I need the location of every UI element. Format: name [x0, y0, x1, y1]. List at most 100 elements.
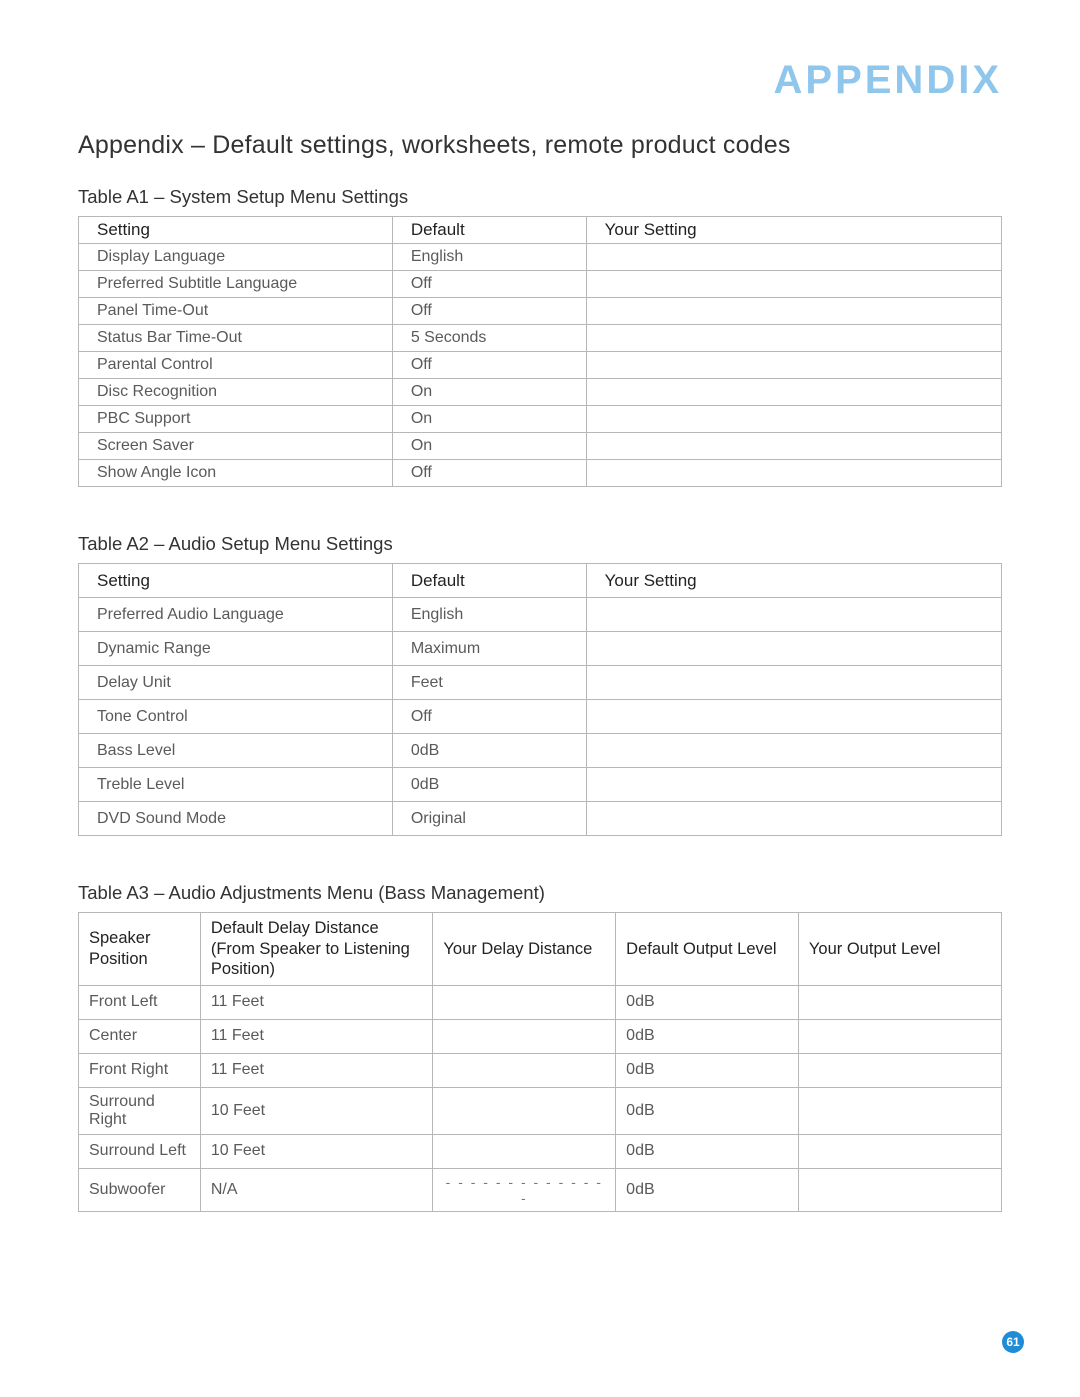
cell-setting: Dynamic Range — [79, 632, 393, 666]
cell-position: Subwoofer — [79, 1168, 201, 1211]
cell-default: Off — [392, 460, 586, 487]
brand-title: APPENDIX — [78, 58, 1002, 103]
cell-setting: Display Language — [79, 244, 393, 271]
cell-default: Original — [392, 802, 586, 836]
col-speaker-position: Speaker Position — [79, 913, 201, 986]
cell-default-distance: 10 Feet — [200, 1134, 433, 1168]
cell-setting: Parental Control — [79, 352, 393, 379]
table-row: Front Right11 Feet0dB — [79, 1053, 1002, 1087]
cell-default-level: 0dB — [616, 1134, 799, 1168]
cell-your — [586, 379, 1001, 406]
cell-your — [586, 352, 1001, 379]
table-row: Dynamic RangeMaximum — [79, 632, 1002, 666]
table-a3: Speaker Position Default Delay Distance … — [78, 912, 1002, 1212]
cell-your — [586, 734, 1001, 768]
table-row: Center11 Feet 0dB — [79, 1019, 1002, 1053]
table-header-row: Setting Default Your Setting — [79, 217, 1002, 244]
cell-your — [586, 325, 1001, 352]
cell-position: Front Right — [79, 1053, 201, 1087]
col-default-output-level: Default Output Level — [616, 913, 799, 986]
cell-setting: Preferred Audio Language — [79, 598, 393, 632]
cell-default: Feet — [392, 666, 586, 700]
cell-setting: Screen Saver — [79, 433, 393, 460]
table-row: Panel Time-OutOff — [79, 298, 1002, 325]
col-setting: Setting — [79, 217, 393, 244]
cell-setting: Panel Time-Out — [79, 298, 393, 325]
cell-setting: Tone Control — [79, 700, 393, 734]
table-row: Tone ControlOff — [79, 700, 1002, 734]
cell-your-distance: - - - - - - - - - - - - - - — [433, 1168, 616, 1211]
cell-your — [586, 632, 1001, 666]
cell-your — [586, 271, 1001, 298]
cell-position: Front Left — [79, 985, 201, 1019]
table-row: Display LanguageEnglish — [79, 244, 1002, 271]
cell-default-level: 0dB — [616, 1087, 799, 1134]
cell-your-level — [798, 985, 1001, 1019]
table-row: Treble Level0dB — [79, 768, 1002, 802]
col-your-output-level: Your Output Level — [798, 913, 1001, 986]
cell-default: Off — [392, 298, 586, 325]
cell-your — [586, 666, 1001, 700]
table-a1-body: Display LanguageEnglish Preferred Subtit… — [79, 244, 1002, 487]
cell-default: On — [392, 433, 586, 460]
table-row: Disc RecognitionOn — [79, 379, 1002, 406]
cell-your-distance — [433, 1087, 616, 1134]
cell-default: Off — [392, 700, 586, 734]
cell-setting: Treble Level — [79, 768, 393, 802]
col-default: Default — [392, 564, 586, 598]
cell-your — [586, 406, 1001, 433]
cell-position: Center — [79, 1019, 201, 1053]
cell-setting: PBC Support — [79, 406, 393, 433]
table-header-row: Setting Default Your Setting — [79, 564, 1002, 598]
cell-default-distance: 11 Feet — [200, 1019, 433, 1053]
table-row: Preferred Audio LanguageEnglish — [79, 598, 1002, 632]
cell-your — [586, 244, 1001, 271]
table-row: Show Angle IconOff — [79, 460, 1002, 487]
cell-default: Off — [392, 271, 586, 298]
table-row: Front Left11 Feet0dB — [79, 985, 1002, 1019]
cell-your — [586, 700, 1001, 734]
col-your-delay-distance: Your Delay Distance — [433, 913, 616, 986]
cell-your-distance — [433, 1019, 616, 1053]
col-setting: Setting — [79, 564, 393, 598]
col-your-setting: Your Setting — [586, 217, 1001, 244]
col-default-delay-distance: Default Delay Distance (From Speaker to … — [200, 913, 433, 986]
table-a2: Setting Default Your Setting Preferred A… — [78, 563, 1002, 836]
table-a2-caption: Table A2 – Audio Setup Menu Settings — [78, 533, 1002, 555]
cell-setting: Preferred Subtitle Language — [79, 271, 393, 298]
cell-your-level — [798, 1134, 1001, 1168]
table-a1-caption: Table A1 – System Setup Menu Settings — [78, 186, 1002, 208]
cell-default-distance: 11 Feet — [200, 1053, 433, 1087]
cell-your — [586, 768, 1001, 802]
cell-your-distance — [433, 1134, 616, 1168]
cell-default: English — [392, 244, 586, 271]
table-row: Screen SaverOn — [79, 433, 1002, 460]
page-heading: Appendix – Default settings, worksheets,… — [78, 131, 1002, 160]
table-row: Surround Right10 Feet 0dB — [79, 1087, 1002, 1134]
cell-setting: Show Angle Icon — [79, 460, 393, 487]
cell-setting: Bass Level — [79, 734, 393, 768]
cell-default: On — [392, 406, 586, 433]
col-default: Default — [392, 217, 586, 244]
cell-your-level — [798, 1168, 1001, 1211]
cell-your-distance — [433, 1053, 616, 1087]
cell-default: Off — [392, 352, 586, 379]
cell-default: 5 Seconds — [392, 325, 586, 352]
cell-default-level: 0dB — [616, 985, 799, 1019]
cell-your-level — [798, 1053, 1001, 1087]
cell-position: Surround Right — [79, 1087, 201, 1134]
cell-your-level — [798, 1019, 1001, 1053]
table-a3-body: Front Left11 Feet0dB Center11 Feet0dB Fr… — [79, 985, 1002, 1211]
table-header-row: Speaker Position Default Delay Distance … — [79, 913, 1002, 986]
cell-your — [586, 433, 1001, 460]
table-row: Status Bar Time-Out5 Seconds — [79, 325, 1002, 352]
cell-default-distance: 10 Feet — [200, 1087, 433, 1134]
cell-position: Surround Left — [79, 1134, 201, 1168]
cell-your-distance — [433, 985, 616, 1019]
cell-default-level: 0dB — [616, 1019, 799, 1053]
table-a3-caption: Table A3 – Audio Adjustments Menu (Bass … — [78, 882, 1002, 904]
cell-setting: DVD Sound Mode — [79, 802, 393, 836]
cell-your — [586, 598, 1001, 632]
cell-your — [586, 460, 1001, 487]
table-row: Bass Level0dB — [79, 734, 1002, 768]
